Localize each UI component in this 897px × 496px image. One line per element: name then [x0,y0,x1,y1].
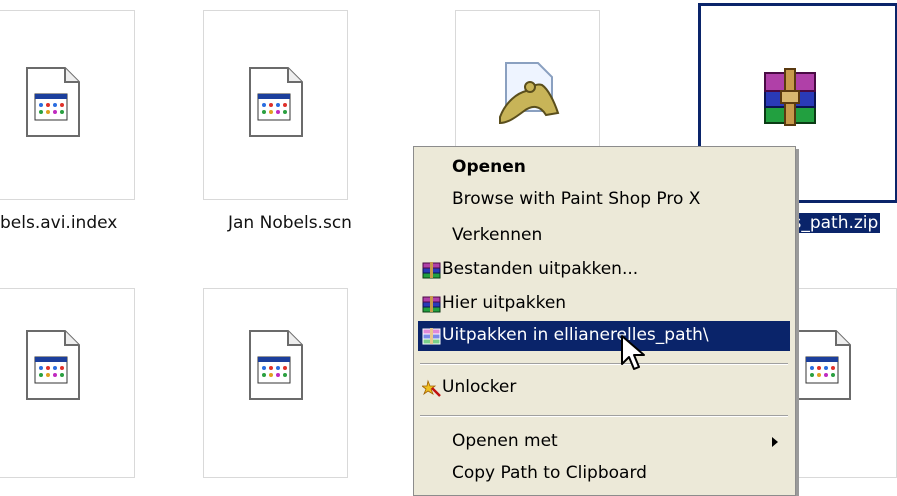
menu-separator [420,363,788,365]
menu-item-browse-paintshop[interactable]: Browse with Paint Shop Pro X [418,185,790,215]
paint-shop-pro-icon [499,62,560,125]
menu-item-label: Openen [452,157,526,177]
winrar-icon [422,328,441,345]
winrar-archive-icon [764,68,816,126]
document-app-icon [249,330,303,400]
document-app-icon [26,330,80,400]
file-tile[interactable] [0,288,135,478]
menu-item-open-with[interactable]: Openen met [418,427,790,457]
menu-item-copy-path[interactable]: Copy Path to Clipboard [418,459,790,489]
unlocker-icon [422,379,441,397]
winrar-icon [422,262,441,279]
menu-item-extract-here[interactable]: Hier uitpakken [418,289,790,319]
menu-item-extract-to-folder[interactable]: Uitpakken in ellianerelles_path\ [418,321,790,351]
context-menu: Openen Browse with Paint Shop Pro X Verk… [413,146,796,496]
menu-separator [420,415,788,417]
file-name[interactable]: bels.avi.index [0,213,117,233]
menu-item-unlocker[interactable]: Unlocker [418,373,790,403]
submenu-arrow-icon [772,437,778,447]
menu-item-label: Bestanden uitpakken... [442,259,639,279]
file-tile[interactable] [203,288,348,478]
menu-item-extract-files[interactable]: Bestanden uitpakken... [418,255,790,285]
file-tile-avi-index[interactable] [0,10,135,200]
menu-item-label: Unlocker [442,377,517,397]
file-tile-scn[interactable] [203,10,348,200]
mouse-cursor-icon [621,335,645,370]
menu-item-label: Browse with Paint Shop Pro X [452,189,701,209]
menu-item-open[interactable]: Openen [418,153,790,183]
menu-item-label: Uitpakken in ellianerelles_path\ [442,325,709,345]
menu-item-label: Openen met [452,431,558,451]
document-app-icon [249,67,303,137]
file-name[interactable]: Jan Nobels.scn [228,213,352,233]
winrar-icon [422,296,441,313]
menu-item-label: Verkennen [452,225,543,245]
document-app-icon [26,67,80,137]
menu-item-label: Hier uitpakken [442,293,567,313]
document-app-icon [797,330,851,400]
menu-item-explore[interactable]: Verkennen [418,221,790,251]
menu-item-label: Copy Path to Clipboard [452,463,647,483]
